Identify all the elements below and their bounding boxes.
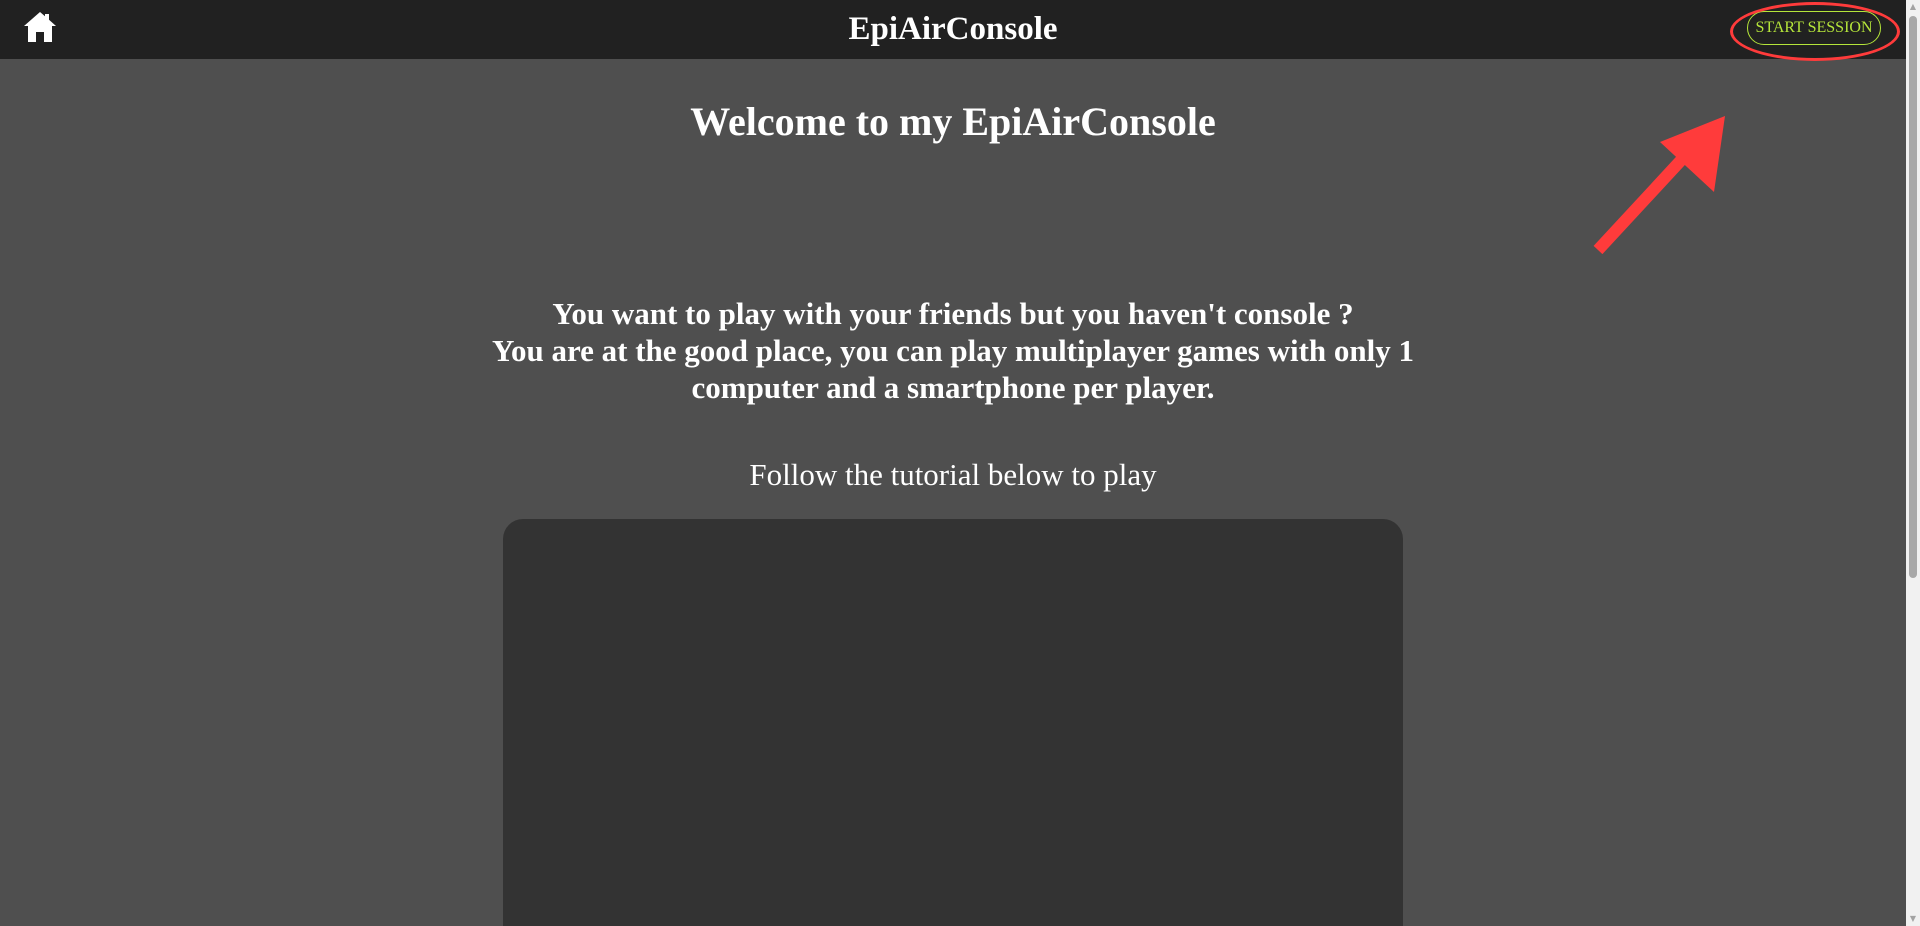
top-navbar: EpiAirConsole START SESSION — [0, 0, 1906, 59]
intro-line: You are at the good place, you can play … — [492, 333, 1414, 405]
scroll-up-arrow-icon[interactable]: ▲ — [1906, 2, 1920, 12]
home-icon — [24, 12, 56, 42]
intro-line: You want to play with your friends but y… — [552, 296, 1354, 331]
start-session-button[interactable]: START SESSION — [1747, 11, 1881, 45]
welcome-heading: Welcome to my EpiAirConsole — [690, 99, 1216, 144]
scroll-down-arrow-icon[interactable]: ▼ — [1906, 914, 1920, 924]
scroll-thumb[interactable] — [1909, 16, 1917, 578]
vertical-scrollbar[interactable]: ▲ ▼ — [1906, 0, 1920, 926]
app-title: EpiAirConsole — [848, 11, 1058, 47]
tutorial-caption: Follow the tutorial below to play — [749, 457, 1157, 492]
home-button[interactable] — [22, 10, 58, 44]
tutorial-video-frame[interactable] — [503, 519, 1403, 926]
intro-text: You want to play with your friends but y… — [460, 295, 1446, 406]
page: EpiAirConsole START SESSION Welcome to m… — [0, 0, 1920, 926]
